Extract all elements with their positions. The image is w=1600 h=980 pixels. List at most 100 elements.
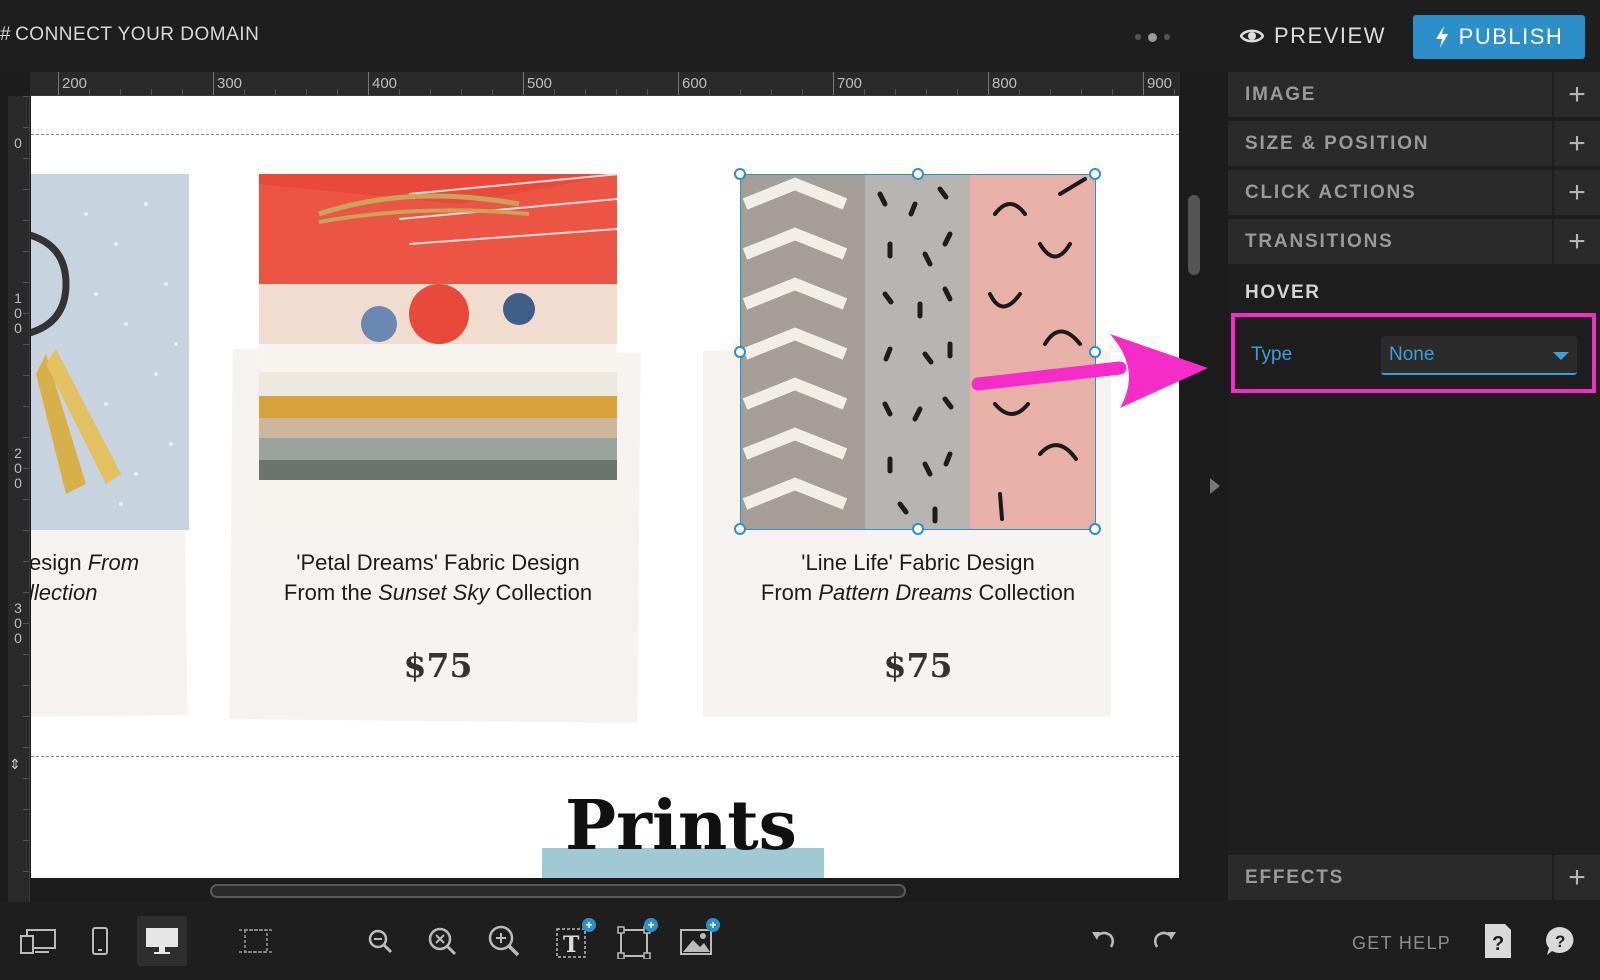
ruler-minor-tick: [23, 654, 29, 655]
section-transitions[interactable]: TRANSITIONS +: [1228, 218, 1600, 266]
connect-domain-link[interactable]: # CONNECT YOUR DOMAIN: [0, 24, 259, 46]
expand-plus-icon[interactable]: +: [1552, 120, 1600, 167]
ruler-label: 200: [62, 75, 88, 92]
ruler-minor-tick: [23, 716, 29, 717]
caption-italic: Pattern Dreams: [818, 580, 973, 605]
zoom-out-button[interactable]: [355, 916, 405, 966]
undo-button[interactable]: [1078, 916, 1128, 966]
mobile-icon: [92, 927, 108, 955]
eye-icon: [1240, 29, 1264, 43]
svg-text:?: ?: [1555, 932, 1565, 951]
ruler-minor-tick: [1174, 89, 1175, 95]
grid-icon: [239, 929, 273, 953]
page-canvas[interactable]: esign From llection 'Petal Dreams' Fabri…: [31, 96, 1179, 878]
ruler-minor-tick: [23, 406, 29, 407]
desktop-view-button[interactable]: [137, 916, 187, 966]
ruler-label: 900: [1147, 75, 1173, 92]
product-image-scissors[interactable]: [31, 174, 189, 530]
mobile-view-button[interactable]: [75, 916, 125, 966]
ruler-minor-tick: [23, 840, 29, 841]
zoom-reset-icon: [428, 927, 457, 956]
plus-badge-icon: +: [644, 918, 658, 932]
section-effects[interactable]: EFFECTS +: [1228, 854, 1600, 902]
expand-plus-icon[interactable]: +: [1552, 169, 1600, 216]
hover-type-select[interactable]: None: [1381, 336, 1577, 375]
hover-type-highlight: Type None: [1231, 313, 1596, 393]
dot-icon: [1135, 34, 1141, 40]
connect-domain-label: CONNECT YOUR DOMAIN: [15, 24, 260, 45]
caption-title: 'Petal Dreams' Fabric Design: [296, 550, 580, 575]
expand-plus-icon[interactable]: +: [1552, 218, 1600, 265]
expand-plus-icon[interactable]: +: [1552, 854, 1600, 901]
section-click-actions[interactable]: CLICK ACTIONS +: [1228, 169, 1600, 217]
resize-handle-bottom-right[interactable]: [1089, 523, 1101, 535]
tablet-desktop-view-button[interactable]: [13, 916, 63, 966]
add-box-button[interactable]: +: [610, 916, 660, 966]
section-title: EFFECTS: [1245, 866, 1345, 888]
editor-app: # CONNECT YOUR DOMAIN PREVIEW PUBLISH 200…: [0, 0, 1600, 980]
ruler-minor-tick: [23, 468, 29, 469]
hover-section-title[interactable]: HOVER: [1245, 282, 1321, 304]
section-image[interactable]: IMAGE +: [1228, 71, 1600, 119]
section-title: TRANSITIONS: [1245, 230, 1394, 252]
resize-handle-top-left[interactable]: [734, 168, 746, 180]
publish-button[interactable]: PUBLISH: [1413, 15, 1585, 59]
product-caption: esign From llection: [31, 548, 139, 608]
responsive-devices-icon: [20, 929, 56, 954]
ruler-minor-tick: [585, 89, 586, 95]
vertical-ruler: ⇕ 0100200300: [8, 96, 30, 906]
resize-handle-top-right[interactable]: [1089, 168, 1101, 180]
horizontal-scrollbar[interactable]: [210, 884, 906, 898]
ruler-minor-tick: [23, 313, 29, 314]
redo-button[interactable]: [1140, 916, 1190, 966]
resize-handle-top[interactable]: [912, 168, 924, 180]
add-image-button[interactable]: +: [672, 916, 722, 966]
vertical-scrollbar[interactable]: [1188, 195, 1200, 275]
ruler-minor-tick: [647, 89, 648, 95]
ruler-minor-tick: [120, 89, 121, 95]
grid-toggle-button[interactable]: [231, 916, 281, 966]
section-guide-bottom: [31, 756, 1179, 757]
ruler-minor-tick: [337, 89, 338, 95]
section-heading[interactable]: Prints: [531, 786, 831, 866]
ruler-minor-tick: [23, 592, 29, 593]
section-title: SIZE & POSITION: [1245, 132, 1430, 154]
ruler-minor-tick: [1050, 89, 1051, 95]
resize-handle-bottom[interactable]: [912, 523, 924, 535]
ruler-minor-tick: [957, 89, 958, 95]
expand-plus-icon[interactable]: +: [1552, 71, 1600, 118]
zoom-in-button[interactable]: [479, 916, 529, 966]
section-title: CLICK ACTIONS: [1245, 181, 1417, 203]
help-docs-button[interactable]: ?: [1473, 916, 1523, 966]
page-dots[interactable]: [1135, 33, 1170, 42]
ruler-major-tick: [58, 72, 59, 95]
dot-icon: [1164, 34, 1170, 40]
ruler-label: 500: [527, 75, 553, 92]
add-text-button[interactable]: T +: [548, 916, 598, 966]
ruler-minor-tick: [23, 623, 29, 624]
ruler-minor-tick: [554, 89, 555, 95]
ruler-minor-tick: [23, 127, 29, 128]
redo-icon: [1154, 931, 1176, 948]
collapse-panel-icon[interactable]: [1210, 478, 1220, 494]
resize-handle-left[interactable]: [734, 346, 746, 358]
lightning-icon: [1435, 26, 1448, 48]
ruler-minor-tick: [275, 89, 276, 95]
product-image-petal-dreams[interactable]: [259, 174, 617, 530]
preview-button[interactable]: PREVIEW: [1240, 20, 1386, 52]
get-help-link[interactable]: GET HELP: [1352, 933, 1451, 954]
resize-handle-bottom-left[interactable]: [734, 523, 746, 535]
ruler-minor-tick: [1081, 89, 1082, 95]
zoom-reset-button[interactable]: [417, 916, 467, 966]
dot-active-icon: [1148, 33, 1157, 42]
ruler-major-tick: [988, 72, 989, 95]
section-size-position[interactable]: SIZE & POSITION +: [1228, 120, 1600, 168]
ruler-minor-tick: [616, 89, 617, 95]
ruler-minor-tick: [244, 89, 245, 95]
caption-text: esign: [31, 550, 88, 575]
ruler-major-tick: [368, 72, 369, 95]
help-chat-button[interactable]: ?: [1535, 916, 1585, 966]
resize-handle-icon[interactable]: ⇕: [9, 756, 21, 773]
zoom-out-icon: [368, 929, 393, 954]
ruler-minor-tick: [23, 778, 29, 779]
